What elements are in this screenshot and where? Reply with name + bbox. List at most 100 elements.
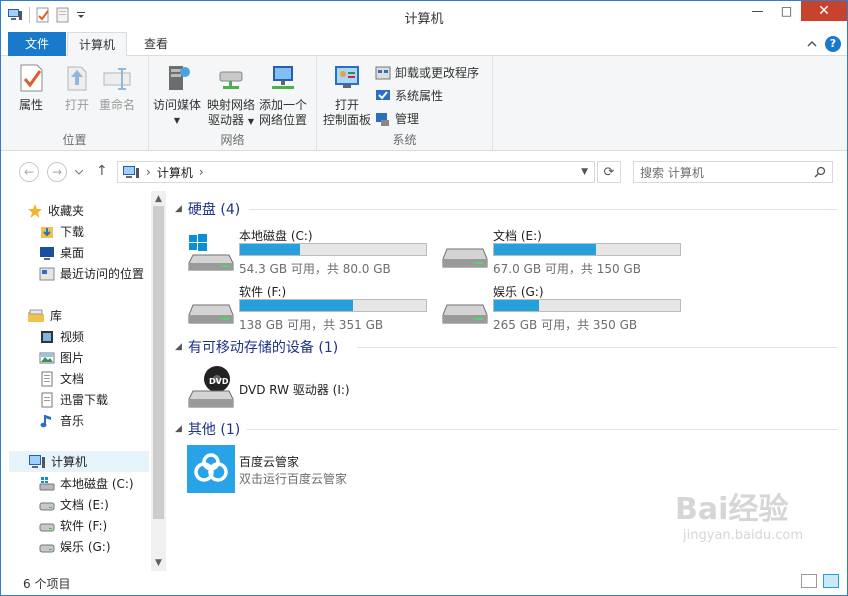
- drive-icon: [39, 544, 55, 552]
- uninstall-button[interactable]: 卸载或更改程序: [375, 64, 479, 81]
- chevron-up-icon[interactable]: [807, 40, 817, 48]
- new-folder-icon[interactable]: [56, 7, 70, 23]
- manage-button[interactable]: 管理: [375, 110, 419, 127]
- system-drive-icon: [39, 476, 55, 490]
- tab-view[interactable]: 查看: [131, 32, 181, 56]
- drive-icon: [442, 304, 488, 324]
- group-label-system: 系统: [392, 133, 417, 147]
- nav-scrollbar[interactable]: ▲ ▼: [151, 191, 166, 571]
- drive-usage-bar: [493, 243, 681, 256]
- section-header-other[interactable]: ◢ 其他 (1): [175, 419, 240, 439]
- manage-icon: [376, 112, 389, 126]
- search-icon: [814, 166, 826, 178]
- drive-free-space: 54.3 GB 可用，共 80.0 GB: [239, 262, 391, 276]
- control-panel-button[interactable]: 打开 控制面板: [323, 62, 371, 128]
- video-icon: [41, 330, 53, 343]
- system-properties-label: 系统属性: [395, 89, 444, 103]
- computer-icon[interactable]: [7, 8, 23, 22]
- forward-button[interactable]: →: [47, 162, 67, 182]
- scroll-up-icon[interactable]: ▲: [151, 194, 166, 204]
- sidebar-item-label: 音乐: [60, 414, 85, 428]
- sidebar-item-drive-c[interactable]: 本地磁盘 (C:): [39, 473, 134, 494]
- sidebar-item-desktop[interactable]: 桌面: [39, 242, 84, 263]
- sidebar-item-documents[interactable]: 文档: [39, 368, 84, 389]
- map-drive-button[interactable]: 映射网络 驱动器 ▼: [207, 62, 255, 129]
- sidebar-item-downloads[interactable]: 下载: [39, 221, 84, 242]
- close-button[interactable]: ✕: [801, 1, 847, 21]
- sidebar-item-videos[interactable]: 视频: [39, 326, 84, 347]
- manage-label: 管理: [395, 112, 420, 126]
- drive-g-tile[interactable]: 娱乐 (G:) 265 GB 可用，共 350 GB: [441, 283, 691, 333]
- add-location-label-2: 网络位置: [259, 113, 308, 127]
- recent-locations-icon[interactable]: [75, 169, 83, 175]
- sidebar-item-libraries[interactable]: 库: [27, 305, 62, 326]
- rename-icon: [103, 68, 131, 90]
- ribbon-controls: ?: [807, 36, 841, 52]
- details-view-icon[interactable]: [801, 574, 817, 588]
- sidebar-item-favorites[interactable]: 收藏夹: [27, 200, 84, 221]
- system-properties-button[interactable]: 系统属性: [375, 87, 443, 104]
- sidebar-item-music[interactable]: 音乐: [39, 410, 84, 431]
- tab-computer[interactable]: 计算机: [67, 32, 127, 57]
- section-header-removable[interactable]: ◢ 有可移动存储的设备 (1): [175, 337, 338, 357]
- collapse-triangle-icon[interactable]: ◢: [175, 204, 182, 214]
- properties-button[interactable]: 属性: [15, 62, 47, 113]
- access-media-button[interactable]: 访问媒体 ▼: [153, 62, 201, 128]
- drive-name: 文档 (E:): [493, 229, 542, 243]
- scrollbar-thumb[interactable]: [153, 206, 164, 519]
- scroll-down-icon[interactable]: ▼: [151, 558, 166, 568]
- drive-free-space: 67.0 GB 可用，共 150 GB: [493, 262, 641, 276]
- drive-e-tile[interactable]: 文档 (E:) 67.0 GB 可用，共 150 GB: [441, 227, 691, 277]
- sidebar-item-label: 软件 (F:): [60, 519, 108, 533]
- properties-icon[interactable]: [36, 7, 50, 23]
- recent-places-icon: [39, 267, 55, 280]
- watermark-logo-text: Bai经验: [675, 492, 789, 527]
- sidebar-item-xunlei[interactable]: 迅雷下载: [39, 389, 108, 410]
- network-location-icon: [272, 66, 294, 89]
- sidebar-item-label: 计算机: [51, 455, 88, 469]
- minimize-button[interactable]: —: [743, 1, 772, 21]
- add-network-location-button[interactable]: 添加一个 网络位置: [259, 62, 307, 128]
- collapse-triangle-icon[interactable]: ◢: [175, 342, 182, 352]
- star-icon: [28, 203, 42, 218]
- refresh-button[interactable]: ⟳: [597, 161, 621, 183]
- sidebar-item-recent[interactable]: 最近访问的位置: [39, 263, 144, 284]
- back-button[interactable]: ←: [19, 162, 39, 182]
- sidebar-item-computer[interactable]: 计算机: [9, 451, 149, 472]
- dvd-drive-tile[interactable]: DVD DVD RW 驱动器 (I:): [187, 365, 437, 415]
- open-button[interactable]: 打开: [61, 62, 93, 113]
- rename-button[interactable]: 重命名: [99, 62, 135, 113]
- rename-label: 重命名: [99, 98, 136, 112]
- drive-icon: [39, 502, 55, 510]
- sidebar-item-drive-e[interactable]: 文档 (E:): [39, 494, 109, 515]
- status-bar: 6 个项目: [1, 571, 847, 595]
- breadcrumb[interactable]: 计算机: [157, 164, 193, 181]
- help-icon[interactable]: ?: [825, 36, 841, 52]
- sidebar-item-drive-g[interactable]: 娱乐 (G:): [39, 536, 111, 557]
- sidebar-item-pictures[interactable]: 图片: [39, 347, 84, 368]
- sidebar-item-label: 收藏夹: [48, 204, 85, 218]
- collapse-triangle-icon[interactable]: ◢: [175, 424, 182, 434]
- customize-arrow-icon[interactable]: [76, 10, 86, 20]
- title-bar: 计算机 — □ ✕: [1, 1, 847, 32]
- content-pane: ◢ 硬盘 (4) 本地磁盘 (C:) 54.3 GB 可用，共 80.0 GB …: [171, 191, 847, 571]
- drive-f-tile[interactable]: 软件 (F:) 138 GB 可用，共 351 GB: [187, 283, 437, 333]
- drive-c-tile[interactable]: 本地磁盘 (C:) 54.3 GB 可用，共 80.0 GB: [187, 227, 437, 277]
- drive-usage-fill: [240, 300, 354, 311]
- tab-file[interactable]: 文件: [8, 32, 66, 56]
- item-count: 6 个项目: [23, 576, 71, 591]
- search-input[interactable]: 搜索 计算机: [633, 161, 833, 183]
- up-button[interactable]: ↑: [96, 163, 108, 179]
- section-divider: [357, 347, 837, 348]
- address-bar[interactable]: › 计算机 › ▼: [117, 161, 595, 183]
- sidebar-item-drive-f[interactable]: 软件 (F:): [39, 515, 107, 536]
- baidu-yun-tile[interactable]: 百度云管家 双击运行百度云管家: [187, 445, 437, 495]
- dvd-badge: DVD: [209, 377, 229, 386]
- maximize-button[interactable]: □: [772, 1, 801, 21]
- section-title: 硬盘 (4): [187, 202, 241, 218]
- open-label: 打开: [64, 98, 89, 112]
- address-dropdown-icon[interactable]: ▼: [581, 167, 588, 177]
- large-icons-view-icon[interactable]: [823, 574, 839, 588]
- section-header-hdd[interactable]: ◢ 硬盘 (4): [175, 199, 240, 219]
- drive-icon: [188, 304, 234, 324]
